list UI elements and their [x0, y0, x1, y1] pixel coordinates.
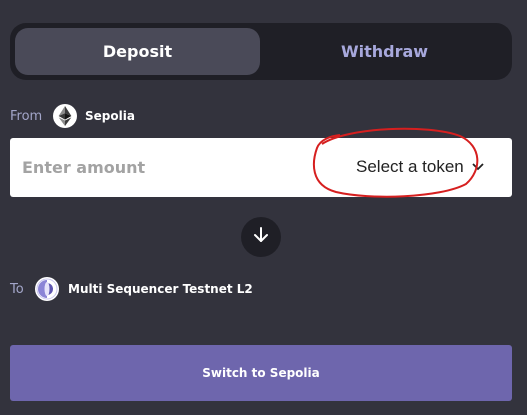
- chevron-down-icon: [472, 163, 484, 171]
- from-network-name: Sepolia: [85, 109, 135, 123]
- multi-sequencer-logo-icon: [35, 277, 59, 301]
- amount-panel: Select a token: [10, 138, 512, 197]
- amount-input[interactable]: [22, 148, 302, 186]
- to-network-name: Multi Sequencer Testnet L2: [68, 282, 253, 296]
- select-token-label: Select a token: [356, 157, 464, 176]
- select-token-button[interactable]: Select a token: [356, 154, 484, 180]
- ethereum-icon: [53, 104, 77, 128]
- tab-deposit[interactable]: Deposit: [15, 28, 260, 75]
- tab-withdraw[interactable]: Withdraw: [262, 28, 507, 75]
- from-label: From: [10, 108, 43, 124]
- to-label: To: [10, 281, 24, 297]
- from-network-row: From Sepolia: [10, 103, 135, 129]
- to-network-row: To Multi Sequencer Testnet L2: [10, 276, 253, 302]
- swap-direction-button[interactable]: [241, 217, 281, 257]
- deposit-withdraw-tabs: Deposit Withdraw: [10, 23, 512, 80]
- switch-network-button[interactable]: Switch to Sepolia: [10, 345, 512, 401]
- arrow-down-icon: [252, 226, 270, 248]
